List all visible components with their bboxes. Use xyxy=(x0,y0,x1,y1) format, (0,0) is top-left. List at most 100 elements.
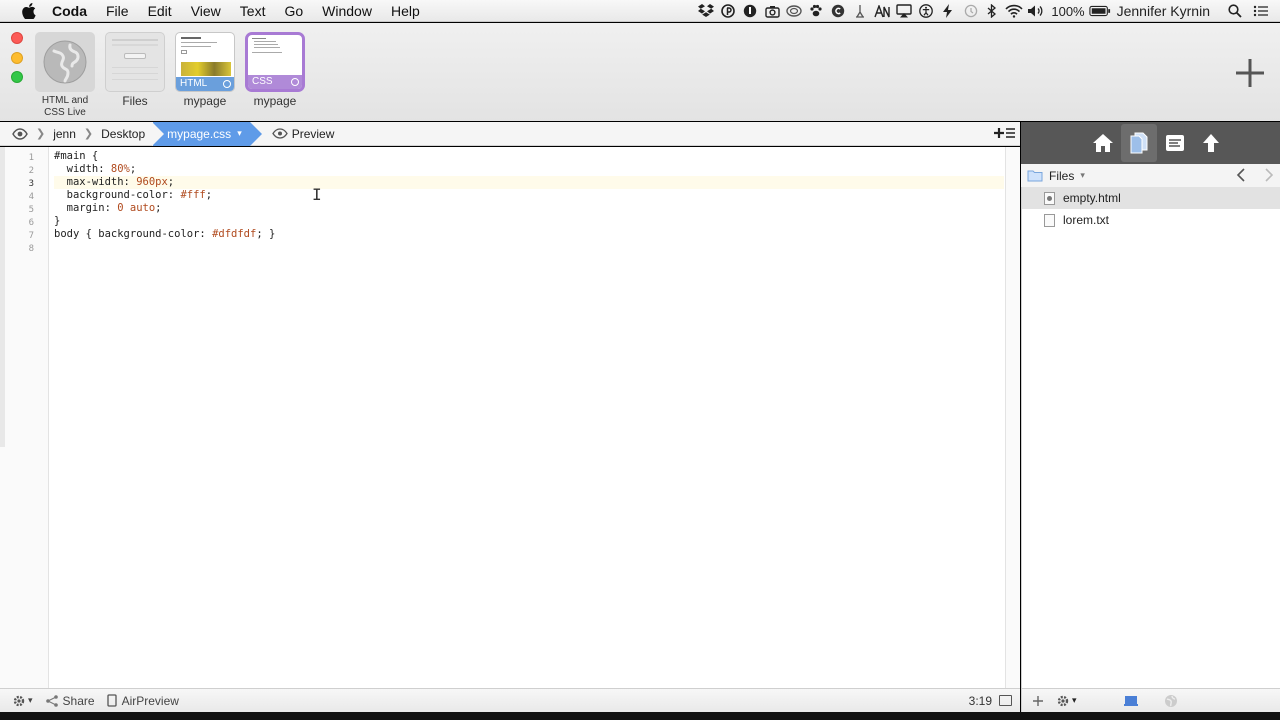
menu-go[interactable]: Go xyxy=(284,3,303,19)
code-line[interactable]: max-width: 960px; xyxy=(54,176,1004,189)
share-button[interactable]: Share xyxy=(45,694,95,708)
back-arrow-icon[interactable] xyxy=(1236,167,1246,186)
code-token: background-color: xyxy=(98,228,213,240)
chevron-down-icon[interactable]: ▾ xyxy=(1080,170,1085,181)
files-button[interactable] xyxy=(1121,124,1157,162)
code-line[interactable]: } xyxy=(54,215,1004,228)
info-circle-icon[interactable] xyxy=(739,0,761,22)
code-token: #dfdfdf xyxy=(212,228,257,240)
add-file-plus-icon[interactable] xyxy=(1032,695,1044,707)
gear-icon xyxy=(13,695,25,706)
share-label: Share xyxy=(62,693,95,708)
close-window-button[interactable] xyxy=(11,32,23,44)
remote-server-icon[interactable] xyxy=(1164,694,1178,711)
zoom-window-button[interactable] xyxy=(11,71,23,83)
dropbox-icon[interactable] xyxy=(695,0,717,22)
preview-button[interactable]: Preview xyxy=(271,127,334,141)
breadcrumb-desktop[interactable]: Desktop xyxy=(101,122,145,146)
add-site-plus-icon[interactable] xyxy=(1234,57,1266,92)
notification-center-icon[interactable] xyxy=(1250,0,1272,22)
chevron-down-icon: ▾ xyxy=(237,128,242,138)
site-label: HTML and CSS Live xyxy=(41,95,89,118)
code-line[interactable]: width: 80%; xyxy=(54,163,1004,176)
minimize-window-button[interactable] xyxy=(11,52,23,64)
pinterest-icon[interactable] xyxy=(717,0,739,22)
breadcrumb-jenn[interactable]: jenn xyxy=(53,122,76,146)
local-files-icon[interactable] xyxy=(1124,695,1138,710)
menu-window[interactable]: Window xyxy=(322,3,372,19)
cloud-sync-icon[interactable] xyxy=(783,0,805,22)
menu-text[interactable]: Text xyxy=(240,3,266,19)
file-name: lorem.txt xyxy=(1063,213,1110,227)
chevron-down-icon: ▾ xyxy=(1072,695,1077,705)
site-mypage-css[interactable]: CSS mypage xyxy=(243,32,307,108)
menu-app-coda[interactable]: Coda xyxy=(52,3,87,19)
user-name[interactable]: Jennifer Kyrnin xyxy=(1117,3,1210,19)
outline-button[interactable] xyxy=(1157,124,1193,162)
file-row-empty-html[interactable]: empty.html xyxy=(1022,187,1280,209)
menu-file[interactable]: File xyxy=(106,3,129,19)
documents-icon xyxy=(1130,132,1148,154)
forward-arrow-icon[interactable] xyxy=(1264,167,1274,186)
site-html-css-live[interactable]: HTML and CSS Live xyxy=(33,32,97,119)
wifi-icon[interactable] xyxy=(1003,0,1025,22)
cursor-position: 3:19 xyxy=(968,694,992,708)
code-line[interactable]: background-color: #fff; xyxy=(54,189,1004,202)
settings-gear-menu[interactable]: ▾ xyxy=(12,694,33,708)
files-header-label[interactable]: Files xyxy=(1049,169,1074,183)
preview-eye-icon xyxy=(271,128,288,139)
site-label: Files xyxy=(122,94,148,108)
code-editor[interactable]: 1 2 3 4 5 6 7 8 #main { width: 80%; max-width: … xyxy=(0,147,1020,688)
menu-bar: Coda File Edit View Text Go Window Help xyxy=(0,0,1280,22)
time-machine-icon[interactable] xyxy=(959,0,981,22)
history-eye-icon[interactable] xyxy=(12,127,28,140)
copyright-app-icon[interactable] xyxy=(827,0,849,22)
code-line[interactable] xyxy=(54,241,1004,254)
camera-icon[interactable] xyxy=(761,0,783,22)
breadcrumb-active-file[interactable]: mypage.css ▾ xyxy=(152,121,262,146)
editor-scrollbar[interactable] xyxy=(1005,147,1020,688)
site-files[interactable]: Files xyxy=(103,32,167,108)
text-cursor-ibeam-icon: I xyxy=(312,185,322,204)
sidebar-gear-menu[interactable]: ▾ xyxy=(1056,694,1077,708)
device-icon xyxy=(106,694,117,707)
code-token: ; } xyxy=(256,228,276,240)
html-thumbnail: HTML xyxy=(175,32,235,92)
lamp-icon[interactable] xyxy=(849,0,871,22)
line-number: 1 xyxy=(28,153,34,163)
bluetooth-icon[interactable] xyxy=(981,0,1003,22)
menu-view[interactable]: View xyxy=(191,3,221,19)
volume-icon[interactable] xyxy=(1025,0,1047,22)
line-number: 3 xyxy=(28,179,34,189)
code-line[interactable]: body { background-color: #dfdfdf; } xyxy=(54,228,1004,241)
file-row-lorem-txt[interactable]: lorem.txt xyxy=(1022,209,1280,231)
site-mypage-html[interactable]: HTML mypage xyxy=(173,32,237,108)
code-line[interactable]: #main { xyxy=(54,150,1004,163)
battery-icon[interactable] xyxy=(1088,0,1111,22)
battery-percent: 100% xyxy=(1051,3,1085,19)
code-area[interactable]: #main { width: 80%; max-width: 960px; ba… xyxy=(54,150,1004,254)
code-token: width: xyxy=(54,163,111,175)
code-token: ; xyxy=(167,176,175,188)
airplay-icon[interactable] xyxy=(893,0,915,22)
publish-button[interactable] xyxy=(1193,124,1229,162)
apple-menu-icon[interactable] xyxy=(20,2,38,19)
toggle-sidebar-icon[interactable] xyxy=(999,695,1012,706)
paw-icon[interactable] xyxy=(805,0,827,22)
accessibility-icon[interactable] xyxy=(915,0,937,22)
airpreview-button[interactable]: AirPreview xyxy=(106,694,179,708)
home-button[interactable] xyxy=(1085,124,1121,162)
site-label: mypage xyxy=(183,94,227,108)
add-split-menu-icon[interactable] xyxy=(994,126,1016,142)
files-thumbnail xyxy=(105,32,165,92)
home-icon xyxy=(1093,134,1113,152)
code-line[interactable]: margin: 0 auto; xyxy=(54,202,1004,215)
bolt-icon[interactable] xyxy=(937,0,959,22)
fonts-icon[interactable] xyxy=(871,0,893,22)
menu-edit[interactable]: Edit xyxy=(148,3,172,19)
html-tag: HTML xyxy=(176,77,234,91)
spotlight-search-icon[interactable] xyxy=(1224,0,1246,22)
code-token: max-width: xyxy=(54,176,137,188)
menu-help[interactable]: Help xyxy=(391,3,420,19)
upload-arrow-icon xyxy=(1203,134,1219,152)
